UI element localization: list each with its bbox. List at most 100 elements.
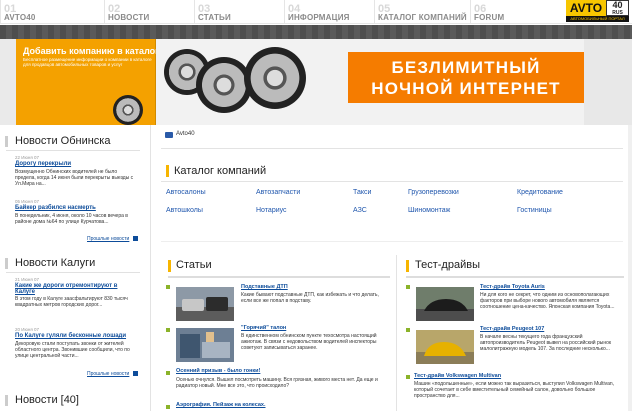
catalog-divider — [161, 181, 623, 182]
article-thumbnail[interactable] — [176, 328, 234, 362]
section-marker — [5, 258, 8, 269]
previous-news-link[interactable]: Прошлые новости — [87, 371, 129, 377]
bullet-icon — [166, 328, 170, 332]
nav-label: AVTO40 — [4, 13, 36, 22]
catalog-bottom-divider — [161, 241, 623, 242]
article-link[interactable]: Аэрография. Пейзаж на колесах. — [176, 402, 266, 408]
bullet-icon — [166, 371, 170, 375]
scrollbar[interactable] — [628, 125, 632, 411]
section-marker — [166, 165, 169, 177]
nav-item-news[interactable]: 02 НОВОСТИ — [104, 0, 194, 24]
section-divider — [6, 272, 140, 273]
logo-text: AVTO — [566, 0, 606, 16]
news-link[interactable]: Дорогу перекрыли — [15, 161, 71, 167]
ad-line-1: БЕЗЛИМИТНЫЙ — [391, 58, 541, 77]
nav-item-avto40[interactable]: 01 AVTO40 — [0, 0, 104, 24]
article-text: Какие бывают подставные ДТП, как избежат… — [241, 292, 379, 304]
article-thumbnail[interactable] — [176, 287, 234, 321]
bullet-icon — [406, 285, 410, 289]
section-marker — [5, 136, 8, 147]
catalog-link-car-dealers[interactable]: Автосалоны — [166, 189, 206, 196]
nav-label: СТАТЬИ — [198, 13, 231, 22]
news-text: Возмущенно Обнинских водителей не было п… — [15, 169, 134, 187]
arrow-right-icon[interactable] — [133, 371, 138, 376]
ad-banner[interactable]: БЕЗЛИМИТНЫЙ НОЧНОЙ ИНТЕРНЕТ — [156, 39, 632, 125]
news-date: 20 Июня 07 — [15, 327, 40, 332]
news-date: 21 Июня 07 — [15, 277, 40, 282]
bullet-icon — [406, 375, 410, 379]
test-drives-title: Тест-драйвы — [415, 259, 480, 271]
news-text: Декоровую стали поступать звонки от жите… — [15, 341, 130, 359]
test-drive-link[interactable]: Тест-драйв Peugeot 107 — [480, 326, 544, 332]
ad-box[interactable]: БЕЗЛИМИТНЫЙ НОЧНОЙ ИНТЕРНЕТ — [348, 52, 584, 103]
catalog-link-notary[interactable]: Нотариус — [256, 207, 287, 214]
obninsk-news-title: Новости Обнинска — [15, 135, 111, 147]
bullet-icon — [166, 405, 170, 409]
articles-title: Статьи — [176, 259, 212, 271]
news-link[interactable]: Байкер разбился насмерть — [15, 205, 96, 211]
nav-item-forum[interactable]: 06 FORUM — [470, 0, 560, 24]
wheel-icon — [196, 57, 252, 113]
logo-badge: 40 RUS — [606, 0, 629, 16]
wheel-icon — [244, 47, 306, 109]
nav-label: FORUM — [474, 13, 505, 22]
article-text: Осенью очнулся. Вышел посмотреть машину.… — [176, 377, 378, 389]
logo-subtitle: АВТОМОБИЛЬНЫЙ ПОРТАЛ — [566, 16, 629, 22]
add-company-text: Бесплатное размещение информации о компа… — [23, 57, 152, 67]
test-drive-text: В начале весны текущего года французский… — [480, 334, 612, 352]
bullet-icon — [166, 285, 170, 289]
bullet-icon — [406, 328, 410, 332]
test-drive-link[interactable]: Тест-драйв Toyota Auris — [480, 284, 545, 290]
header-band-pattern — [0, 25, 632, 39]
test-drive-thumbnail[interactable] — [416, 330, 474, 364]
kaluga-news-title: Новости Калуги — [15, 257, 96, 269]
top-nav: 01 AVTO40 02 НОВОСТИ 03 СТАТЬИ 04 ИНФОРМ… — [0, 0, 632, 24]
site-logo[interactable]: AVTO 40 RUS АВТОМОБИЛЬНЫЙ ПОРТАЛ — [566, 0, 629, 22]
test-drive-thumbnail[interactable] — [416, 287, 474, 321]
logo-badge-number: 40 — [612, 0, 623, 10]
news-text: В понедельник, 4 июня, около 10 часов ве… — [15, 213, 128, 225]
breadcrumb[interactable]: Avto40 — [176, 131, 195, 137]
catalog-link-hotels[interactable]: Гостиницы — [517, 207, 552, 214]
section-marker — [406, 260, 409, 272]
home-icon[interactable] — [165, 132, 173, 138]
avto40-news-title: Новости [40] — [15, 394, 79, 406]
add-company-banner[interactable]: Добавить компанию в каталог Бесплатное р… — [16, 39, 159, 125]
nav-item-articles[interactable]: 03 СТАТЬИ — [194, 0, 284, 24]
catalog-link-cargo[interactable]: Грузоперевозки — [408, 189, 459, 196]
section-marker — [168, 260, 171, 272]
banner: Добавить компанию в каталог Бесплатное р… — [0, 39, 632, 125]
catalog-link-tire-service[interactable]: Шиномонтаж — [408, 207, 450, 214]
column-divider — [396, 255, 397, 411]
nav-label: ИНФОРМАЦИЯ — [288, 13, 350, 22]
catalog-link-taxi[interactable]: Такси — [353, 189, 371, 196]
previous-news-link[interactable]: Прошлые новости — [87, 236, 129, 242]
article-link[interactable]: Подставные ДТП — [241, 284, 288, 290]
article-text: В единственном обнинском пункте техосмот… — [241, 333, 377, 351]
section-marker — [5, 395, 8, 406]
nav-item-info[interactable]: 04 ИНФОРМАЦИЯ — [284, 0, 374, 24]
catalog-link-credit[interactable]: Кредитование — [517, 189, 563, 196]
catalog-link-driving-schools[interactable]: Автошколы — [166, 207, 203, 214]
wheel-icon — [113, 95, 143, 125]
arrow-right-icon[interactable] — [133, 236, 138, 241]
news-date: 05 Июня 07 — [15, 199, 40, 204]
catalog-link-gas-stations[interactable]: АЗС — [353, 207, 367, 214]
catalog-link-auto-parts[interactable]: Автозапчасти — [256, 189, 300, 196]
news-text: В этом году в Калуге заасфальтируют 830 … — [15, 296, 128, 308]
nav-item-catalog[interactable]: 05 КАТАЛОГ КОМПАНИЙ — [374, 0, 470, 24]
news-date: 22 Июня 07 — [15, 155, 40, 160]
article-link[interactable]: "Горячий" талон — [241, 325, 286, 331]
nav-label: НОВОСТИ — [108, 13, 150, 22]
news-link[interactable]: По Калуге гуляли бесконные лошади — [15, 333, 126, 339]
add-company-title: Добавить компанию в каталог — [23, 46, 159, 56]
ad-line-2: НОЧНОЙ ИНТЕРНЕТ — [371, 79, 561, 98]
article-link[interactable]: Осенний призыв - было гонки! — [176, 368, 260, 374]
nav-label: КАТАЛОГ КОМПАНИЙ — [378, 13, 467, 22]
test-drive-text: Машин «подольшенные», если можно так выр… — [414, 381, 615, 399]
articles-divider — [168, 276, 390, 278]
test-drives-divider — [406, 276, 624, 278]
news-link[interactable]: Какие же дороги отремонтируют в Калуге — [15, 283, 139, 295]
test-drive-link[interactable]: Тест-драйв Volkswagen Multivan — [414, 373, 501, 379]
catalog-title: Каталог компаний — [174, 165, 267, 177]
